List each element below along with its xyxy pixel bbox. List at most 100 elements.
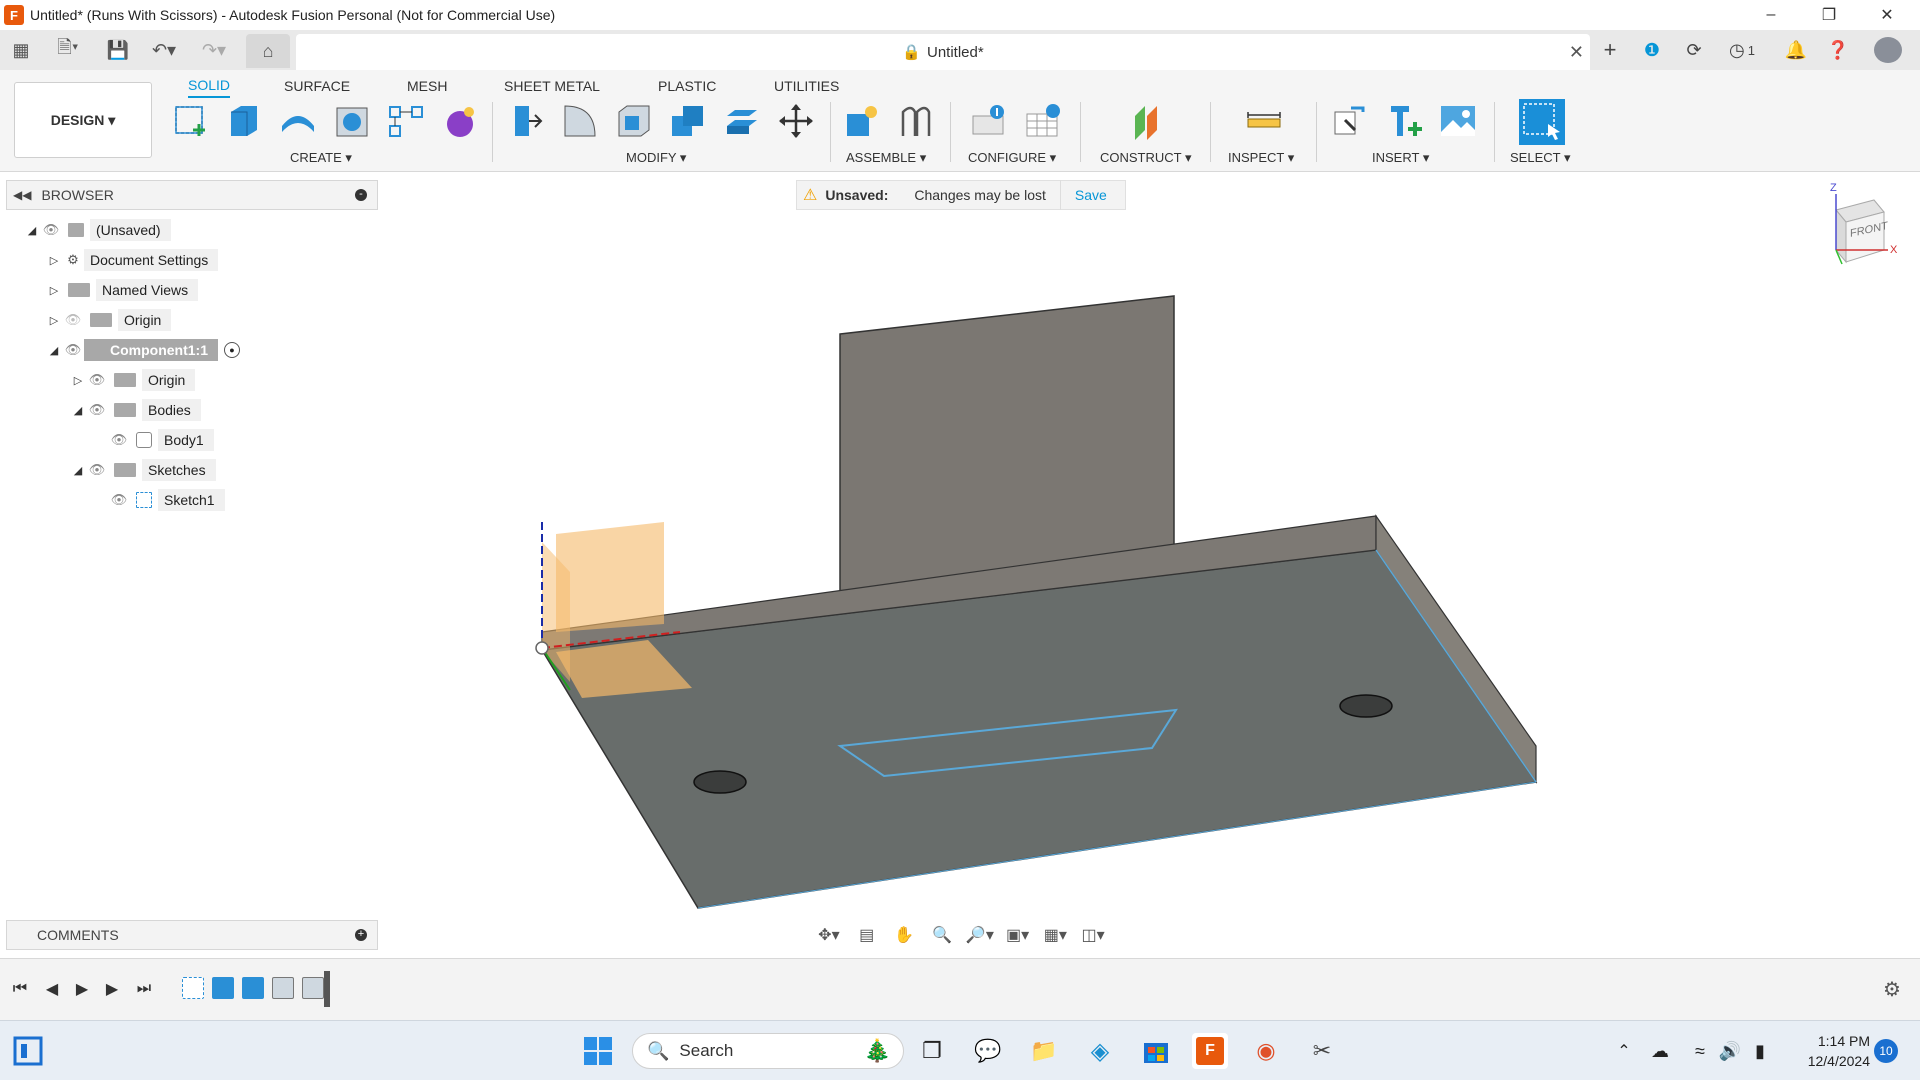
visibility-eye-icon[interactable]: 👁 <box>86 372 108 388</box>
revolve-icon[interactable] <box>278 100 318 142</box>
timeline-hole-step-1[interactable] <box>272 977 294 999</box>
tab-plastic[interactable]: PLASTIC <box>658 74 716 98</box>
restore-button[interactable]: ❐ <box>1806 0 1852 30</box>
collapse-arrow-icon[interactable]: ◢ <box>46 344 62 357</box>
hole-right[interactable] <box>1339 694 1393 718</box>
snipping-tool-icon[interactable]: ✂ <box>1304 1033 1340 1069</box>
create-menu[interactable]: CREATE ▾ <box>290 150 352 166</box>
undo-icon[interactable]: ↶▾ <box>144 36 184 64</box>
view-cube[interactable]: FRONT Z X <box>1822 182 1902 268</box>
step-back-icon[interactable]: ◀ <box>40 977 64 1001</box>
teams-chat-icon[interactable]: 💬 <box>970 1033 1006 1069</box>
go-to-start-icon[interactable]: ⏮ <box>8 977 32 1001</box>
select-menu[interactable]: SELECT ▾ <box>1510 150 1570 166</box>
hidden-eye-icon[interactable]: 👁 <box>62 312 84 328</box>
tab-solid[interactable]: SOLID <box>188 74 231 98</box>
zoom-icon[interactable]: 🔍 <box>925 922 959 948</box>
tree-item-component-origin[interactable]: ▷ 👁 Origin <box>70 368 196 392</box>
viewports-icon[interactable]: ◫▾ <box>1076 922 1110 948</box>
go-to-end-icon[interactable]: ⏭ <box>132 977 156 1001</box>
visibility-eye-icon[interactable]: 👁 <box>62 342 84 358</box>
tab-utilities[interactable]: UTILITIES <box>774 74 839 98</box>
pattern-icon[interactable] <box>386 100 426 142</box>
visibility-eye-icon[interactable]: 👁 <box>40 222 62 238</box>
visibility-eye-icon[interactable]: 👁 <box>108 432 130 448</box>
save-link[interactable]: Save <box>1075 187 1107 203</box>
tree-item-named-views[interactable]: ▷ Named Views <box>46 278 199 302</box>
orbit-icon[interactable]: ✥▾ <box>812 922 846 948</box>
edge-browser-icon[interactable]: ◈ <box>1082 1033 1118 1069</box>
tree-item-sketch1[interactable]: 👁 Sketch1 <box>108 488 225 512</box>
show-hidden-icons-chevron[interactable]: ⌃ <box>1606 1033 1642 1069</box>
press-pull-icon[interactable] <box>506 100 546 142</box>
fusion-taskbar-icon[interactable]: F <box>1192 1033 1228 1069</box>
file-explorer-icon[interactable]: 📁 <box>1026 1033 1062 1069</box>
look-at-icon[interactable]: ▤ <box>850 922 884 948</box>
inspect-menu[interactable]: INSPECT ▾ <box>1228 150 1294 166</box>
save-icon[interactable]: 💾 <box>104 36 132 64</box>
measure-icon[interactable] <box>1244 100 1284 142</box>
collapse-arrow-icon[interactable]: ◢ <box>70 464 86 477</box>
document-tab[interactable]: 🔒 Untitled* ✕ <box>296 34 1590 70</box>
tree-item-component[interactable]: ◢ 👁 Component1:1 ● <box>46 338 240 362</box>
user-avatar[interactable] <box>1874 37 1902 63</box>
shell-icon[interactable] <box>614 100 654 142</box>
offset-face-icon[interactable] <box>722 100 762 142</box>
comments-panel-header[interactable]: COMMENTS + <box>6 920 378 950</box>
model-canvas[interactable] <box>380 172 1920 958</box>
tree-item-body1[interactable]: 👁 Body1 <box>108 428 214 452</box>
display-settings-icon[interactable]: ▣▾ <box>1001 922 1035 948</box>
hole-left[interactable] <box>693 770 747 794</box>
new-component-icon[interactable] <box>842 100 882 142</box>
visibility-eye-icon[interactable]: 👁 <box>86 402 108 418</box>
create-form-icon[interactable] <box>440 100 480 142</box>
timeline-hole-step-2[interactable] <box>302 977 324 999</box>
tab-sheet-metal[interactable]: SHEET METAL <box>504 74 600 98</box>
collapse-arrow-icon[interactable]: ◢ <box>24 224 40 237</box>
3d-viewport[interactable]: FRONT Z X <box>380 172 1920 958</box>
step-forward-icon[interactable]: ▶ <box>100 977 124 1001</box>
create-sketch-icon[interactable] <box>170 100 210 142</box>
extensions-icon[interactable]: ❶ <box>1638 37 1666 63</box>
help-icon[interactable]: ❓ <box>1824 37 1852 63</box>
duckduckgo-icon[interactable]: ◉ <box>1248 1033 1284 1069</box>
modify-menu[interactable]: MODIFY ▾ <box>626 150 686 166</box>
extrude-icon[interactable] <box>224 100 264 142</box>
tree-item-origin[interactable]: ▷ 👁 Origin <box>46 308 172 332</box>
task-view-icon[interactable]: ❐ <box>914 1033 950 1069</box>
visibility-eye-icon[interactable]: 👁 <box>108 492 130 508</box>
timeline-extrude-step-2[interactable] <box>242 977 264 999</box>
tree-item-sketches[interactable]: ◢ 👁 Sketches <box>70 458 216 482</box>
configure-menu[interactable]: CONFIGURE ▾ <box>968 150 1056 166</box>
joint-icon[interactable] <box>896 100 936 142</box>
tree-root-unsaved[interactable]: ◢ 👁 (Unsaved) <box>24 218 171 242</box>
origin-point[interactable] <box>535 641 549 655</box>
notification-badge[interactable]: 10 <box>1874 1039 1898 1063</box>
widgets-icon[interactable] <box>10 1033 46 1069</box>
offset-plane-icon[interactable] <box>1128 100 1168 142</box>
tab-mesh[interactable]: MESH <box>407 74 447 98</box>
insert-canvas-icon[interactable] <box>1438 100 1478 142</box>
expand-arrow-icon[interactable]: ▷ <box>46 284 62 297</box>
close-window-button[interactable]: ✕ <box>1864 0 1910 30</box>
timeline-extrude-step-1[interactable] <box>212 977 234 999</box>
redo-icon[interactable]: ↷▾ <box>194 36 234 64</box>
online-status-icon[interactable]: ⟳ <box>1680 37 1708 63</box>
move-copy-icon[interactable] <box>776 100 816 142</box>
close-tab-icon[interactable]: ✕ <box>1569 42 1584 63</box>
tab-surface[interactable]: SURFACE <box>284 74 350 98</box>
plate-top-face[interactable] <box>540 549 1538 909</box>
insert-menu[interactable]: INSERT ▾ <box>1372 150 1429 166</box>
select-icon[interactable] <box>1518 98 1566 146</box>
new-tab-icon[interactable]: + <box>1596 37 1624 63</box>
windows-start-icon[interactable] <box>580 1033 616 1069</box>
expand-arrow-icon[interactable]: ▷ <box>70 374 86 387</box>
assemble-menu[interactable]: ASSEMBLE ▾ <box>846 150 926 166</box>
insert-derive-icon[interactable] <box>1330 100 1370 142</box>
hole-icon[interactable] <box>332 100 372 142</box>
fillet-icon[interactable] <box>560 100 600 142</box>
timeline-marker[interactable] <box>324 971 330 1007</box>
workspace-design-button[interactable]: DESIGN ▾ <box>14 82 152 158</box>
configure-icon[interactable] <box>970 100 1010 142</box>
configuration-table-icon[interactable] <box>1024 100 1064 142</box>
